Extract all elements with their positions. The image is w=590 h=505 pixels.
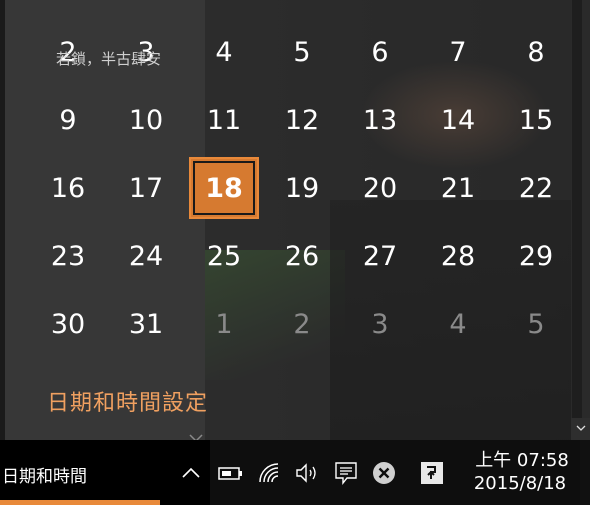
calendar-day[interactable]: 21	[419, 154, 497, 222]
calendar-day-number: 1	[215, 308, 233, 340]
calendar-day[interactable]: 10	[107, 86, 185, 154]
calendar-day-number: 16	[50, 172, 86, 204]
calendar-day[interactable]: 2	[263, 290, 341, 358]
calendar-day-number: 19	[284, 172, 320, 204]
calendar-day[interactable]: 22	[497, 154, 575, 222]
calendar-day-number: 5	[293, 36, 311, 68]
active-indicator	[0, 500, 160, 505]
calendar-day-number: 13	[362, 104, 398, 136]
calendar-day[interactable]: 26	[263, 222, 341, 290]
calendar-week-row: 23 24 25 26 27 28 29	[29, 222, 575, 290]
action-center-icon[interactable]	[332, 458, 360, 488]
calendar-day[interactable]: 5	[497, 290, 575, 358]
window-title: 日期和時間	[2, 467, 87, 487]
date-time-settings-link[interactable]: 日期和時間設定	[47, 385, 208, 417]
calendar-day[interactable]: 11	[185, 86, 263, 154]
calendar-day-number: 7	[449, 36, 467, 68]
chevron-up-icon[interactable]	[180, 458, 202, 488]
calendar-day-number: 3	[371, 308, 389, 340]
calendar-day[interactable]: 4	[419, 290, 497, 358]
calendar-day[interactable]: 15	[497, 86, 575, 154]
wifi-icon[interactable]	[256, 458, 284, 488]
calendar-day-number: 5	[527, 308, 545, 340]
calendar-day[interactable]: 23	[29, 222, 107, 290]
show-desktop-button[interactable]	[580, 440, 590, 505]
calendar-day-number: 14	[440, 104, 476, 136]
calendar-day-number: 4	[449, 308, 467, 340]
calendar-day[interactable]: 17	[107, 154, 185, 222]
calendar-day-number: 8	[527, 36, 545, 68]
calendar-day-number: 27	[362, 240, 398, 272]
calendar-day-number: 22	[518, 172, 554, 204]
calendar-day-number: 6	[371, 36, 389, 68]
calendar-day[interactable]: 19	[263, 154, 341, 222]
calendar-day[interactable]: 9	[29, 86, 107, 154]
calendar-day-number: 18	[205, 172, 243, 204]
close-circle-icon[interactable]	[370, 458, 398, 488]
calendar-day-number: 24	[128, 240, 164, 272]
calendar-day[interactable]: 29	[497, 222, 575, 290]
calendar-day-number: 15	[518, 104, 554, 136]
calendar-week-row: 9 10 11 12 13 14 15	[29, 86, 575, 154]
calendar-day-number: 25	[206, 240, 242, 272]
taskbar-window-button[interactable]: 日期和時間	[0, 440, 210, 505]
calendar-day-number: 31	[128, 308, 164, 340]
calendar-day[interactable]: 7	[419, 18, 497, 86]
calendar-day[interactable]: 5	[263, 18, 341, 86]
scrollbar-thumb[interactable]	[572, 0, 582, 418]
calendar-day[interactable]: 25	[185, 222, 263, 290]
calendar-day-number: 17	[128, 172, 164, 204]
calendar-day-today[interactable]: 18	[185, 154, 263, 222]
calendar-grid: 2 3 4 5 6 7 8 9 10 11 12 13 14 15 16 17 18 19 20 21 22 23 24 25…	[29, 18, 575, 358]
calendar-day[interactable]: 6	[341, 18, 419, 86]
calendar-day[interactable]: 8	[497, 18, 575, 86]
calendar-day[interactable]: 20	[341, 154, 419, 222]
scroll-down-arrow-icon[interactable]	[571, 418, 590, 440]
calendar-day[interactable]: 27	[341, 222, 419, 290]
background-text: 若鎖，半古肆安	[56, 50, 162, 68]
calendar-day-number: 12	[284, 104, 320, 136]
calendar-day-number: 29	[518, 240, 554, 272]
calendar-day[interactable]: 16	[29, 154, 107, 222]
calendar-day[interactable]: 12	[263, 86, 341, 154]
calendar-day-number: 30	[50, 308, 86, 340]
ime-icon[interactable]	[418, 458, 446, 488]
calendar-day[interactable]: 3	[341, 290, 419, 358]
clock-date[interactable]: 2015/8/18	[465, 473, 575, 494]
calendar-day[interactable]: 14	[419, 86, 497, 154]
clock-time[interactable]: 上午 07:58	[472, 446, 572, 472]
calendar-day-number: 26	[284, 240, 320, 272]
calendar-day-number: 2	[293, 308, 311, 340]
battery-icon[interactable]	[217, 458, 245, 488]
calendar-day-number: 10	[128, 104, 164, 136]
calendar-day-number: 11	[206, 104, 242, 136]
calendar-day-number: 9	[59, 104, 77, 136]
calendar-day-number: 28	[440, 240, 476, 272]
calendar-week-row: 30 31 1 2 3 4 5	[29, 290, 575, 358]
calendar-week-row: 16 17 18 19 20 21 22	[29, 154, 575, 222]
calendar-day-number: 23	[50, 240, 86, 272]
calendar-day[interactable]: 24	[107, 222, 185, 290]
calendar-day[interactable]: 1	[185, 290, 263, 358]
calendar-day[interactable]: 28	[419, 222, 497, 290]
calendar-day[interactable]: 30	[29, 290, 107, 358]
calendar-day-number: 21	[440, 172, 476, 204]
calendar-day-number: 4	[215, 36, 233, 68]
calendar-day[interactable]: 31	[107, 290, 185, 358]
calendar-day[interactable]: 13	[341, 86, 419, 154]
calendar-day[interactable]: 4	[185, 18, 263, 86]
calendar-day-number: 20	[362, 172, 398, 204]
volume-icon[interactable]	[293, 458, 321, 488]
